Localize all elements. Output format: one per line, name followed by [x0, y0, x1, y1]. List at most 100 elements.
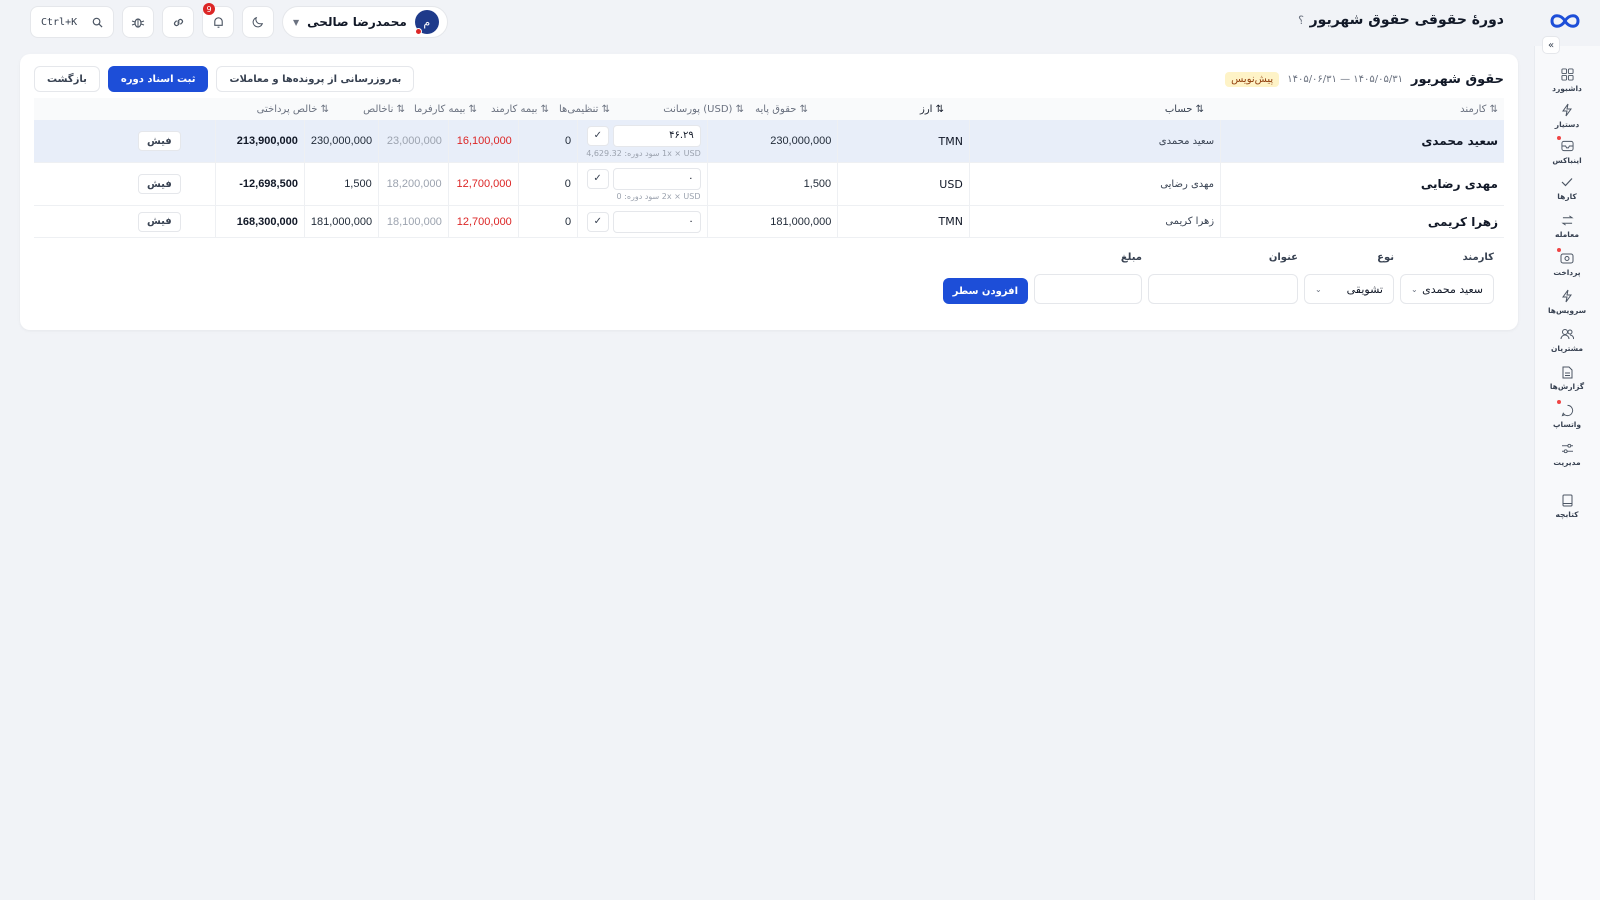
title-field-label: عنوان	[1268, 252, 1298, 263]
amount-field-label: مبلغ	[1120, 252, 1142, 263]
sidebar-item-management[interactable]: مدیریت	[1534, 440, 1600, 467]
column-header-commission[interactable]: ⇅ (USD) پورسانت	[616, 104, 750, 115]
search-button[interactable]: Ctrl+K	[30, 6, 114, 38]
sidebar-item-inbox[interactable]: اینباکس	[1534, 136, 1600, 165]
commission-input[interactable]: ۰	[612, 210, 701, 233]
table-row[interactable]: زهرا کریمی زهرا کریمی TMN 181,000,000 ۰ …	[34, 206, 1504, 238]
bolt-icon	[1559, 102, 1575, 118]
commission-input[interactable]: ۰	[612, 167, 701, 190]
confirm-commission-button[interactable]: ✓	[586, 125, 609, 146]
row-actions: فیش	[34, 206, 215, 237]
status-dot	[414, 28, 422, 35]
employee-name: سعید محمدی	[1220, 120, 1504, 162]
back-button[interactable]: بازگشت	[34, 66, 100, 92]
table-row[interactable]: سعید محمدی سعید محمدی TMN 230,000,000 ۴۶…	[34, 120, 1504, 163]
column-header-gross[interactable]: ⇅ ناخالص	[335, 104, 411, 115]
adjustments: 0	[517, 120, 577, 162]
row-actions: فیش	[34, 120, 215, 162]
post-period-documents-button[interactable]: ثبت اسناد دوره	[107, 66, 209, 92]
confirm-commission-button[interactable]: ✓	[586, 211, 609, 232]
exchange-icon	[1559, 212, 1575, 228]
bug-report-button[interactable]	[122, 6, 154, 38]
theme-toggle-button[interactable]	[242, 6, 274, 38]
sidebar-item-label: واتساپ	[1552, 420, 1582, 429]
gross-amount: 1,500	[303, 163, 378, 205]
sidebar-item-label: گزارش‌ها	[1549, 382, 1585, 391]
help-icon[interactable]: ؟	[1298, 14, 1304, 27]
employee-insurance: 12,700,000	[447, 163, 518, 205]
collapse-sidebar-button[interactable]: »	[1542, 36, 1560, 54]
sidebar-item-deals[interactable]: معامله	[1534, 212, 1600, 239]
user-menu[interactable]: م محمدرضا صالحی ▼	[282, 6, 448, 38]
payslip-button[interactable]: فیش	[137, 131, 181, 151]
base-salary: 181,000,000	[706, 206, 838, 237]
column-header-account[interactable]: ⇅ حساب	[950, 104, 1210, 115]
alert-dot	[1557, 248, 1561, 252]
confirm-commission-button[interactable]: ✓	[586, 168, 609, 189]
link-button[interactable]	[162, 6, 194, 38]
sidebar: » داشبورد دستیار اینباکس کارها معامله پر…	[1534, 36, 1600, 900]
moon-icon	[252, 16, 264, 28]
bug-icon	[131, 18, 145, 28]
app-logo-icon[interactable]	[1548, 10, 1582, 32]
avatar-initial: م	[423, 15, 431, 29]
search-icon	[92, 17, 103, 28]
sidebar-item-label: پرداخت	[1553, 268, 1581, 277]
sidebar-item-customers[interactable]: مشتریان	[1534, 326, 1600, 353]
gross-amount: 181,000,000	[303, 206, 378, 237]
column-header-adjustments[interactable]: ⇅ تنظیمی‌ها	[555, 104, 616, 115]
employer-insurance: 23,000,000	[378, 120, 448, 162]
chevron-down-icon: ⌄	[1315, 284, 1322, 294]
employee-field-label: کارمند	[1462, 252, 1494, 263]
add-row-button[interactable]: افزودن سطر	[942, 278, 1028, 304]
type-select[interactable]: تشویقی ⌄	[1304, 274, 1394, 304]
net-pay: 168,300,000	[214, 206, 304, 237]
refresh-from-files-button[interactable]: به‌روزرسانی از پرونده‌ها و معاملات	[216, 66, 415, 92]
table-header: ⇅ کارمند ⇅ حساب ⇅ ارز ⇅ حقوق پایه ⇅ (USD…	[34, 98, 1504, 120]
commission-cell: ۴۶.۲۹ ✓ 1x × USD سود دوره: 4,629.32	[577, 120, 707, 162]
period-header: حقوق شهریور ۱۴۰۵/۰۵/۳۱ — ۱۴۰۵/۰۶/۳۱ پیش‌…	[34, 64, 1504, 94]
net-pay: -12,698,500	[214, 163, 304, 205]
column-header-net-pay[interactable]: ⇅ خالص پرداختی	[243, 104, 335, 115]
row-actions: فیش	[34, 163, 215, 205]
period-actions: به‌روزرسانی از پرونده‌ها و معاملات ثبت ا…	[34, 66, 415, 92]
adjustments: 0	[517, 206, 577, 237]
payslip-button[interactable]: فیش	[138, 174, 181, 194]
payroll-table: ⇅ کارمند ⇅ حساب ⇅ ارز ⇅ حقوق پایه ⇅ (USD…	[34, 98, 1504, 238]
check-icon: ✓	[593, 216, 602, 227]
commission-input[interactable]: ۴۶.۲۹	[612, 124, 701, 147]
currency: USD	[837, 163, 969, 205]
payslip-button[interactable]: فیش	[137, 211, 181, 232]
title-input[interactable]	[1148, 274, 1298, 304]
dashboard-icon	[1559, 66, 1575, 82]
avatar: م	[414, 10, 439, 35]
column-header-employee[interactable]: ⇅ کارمند	[1210, 104, 1504, 115]
sidebar-item-reports[interactable]: گزارش‌ها	[1534, 364, 1600, 391]
check-icon: ✓	[593, 173, 602, 184]
table-row[interactable]: مهدی رضایی مهدی رضایی USD 1,500 ۰ ✓ 2x ×…	[34, 163, 1504, 206]
account-name: مهدی رضایی	[968, 163, 1220, 205]
amount-input[interactable]	[1034, 274, 1142, 304]
notification-count-badge: 9	[203, 3, 215, 15]
sidebar-item-assistant[interactable]: دستیار	[1534, 102, 1600, 129]
sidebar-item-whatsapp[interactable]: واتساپ	[1534, 400, 1600, 429]
column-header-currency[interactable]: ⇅ ارز	[814, 104, 950, 115]
period-dates: ۱۴۰۵/۰۵/۳۱ — ۱۴۰۵/۰۶/۳۱	[1287, 73, 1403, 85]
gross-amount: 230,000,000	[303, 120, 378, 162]
employee-select[interactable]: سعید محمدی ⌄	[1400, 274, 1494, 304]
sidebar-item-dashboard[interactable]: داشبورد	[1534, 66, 1600, 93]
sidebar-item-label: کتابچه	[1555, 510, 1579, 519]
column-header-employer-insurance[interactable]: ⇅ بیمه کارفرما	[411, 104, 483, 115]
sidebar-item-tasks[interactable]: کارها	[1534, 174, 1600, 201]
sidebar-item-payments[interactable]: پرداخت	[1534, 248, 1600, 277]
column-header-employee-insurance[interactable]: ⇅ بیمه کارمند	[483, 104, 555, 115]
report-icon	[1559, 364, 1575, 380]
services-icon	[1559, 288, 1575, 304]
type-field-label: نوع	[1377, 252, 1394, 263]
sidebar-item-services[interactable]: سرویس‌ها	[1534, 288, 1600, 315]
period-title: حقوق شهریور	[1411, 71, 1504, 87]
notifications-button[interactable]: 9	[202, 3, 234, 38]
column-header-base-salary[interactable]: ⇅ حقوق پایه	[750, 104, 814, 115]
sidebar-item-handbook[interactable]: کتابچه	[1534, 492, 1600, 519]
users-icon	[1559, 326, 1575, 342]
